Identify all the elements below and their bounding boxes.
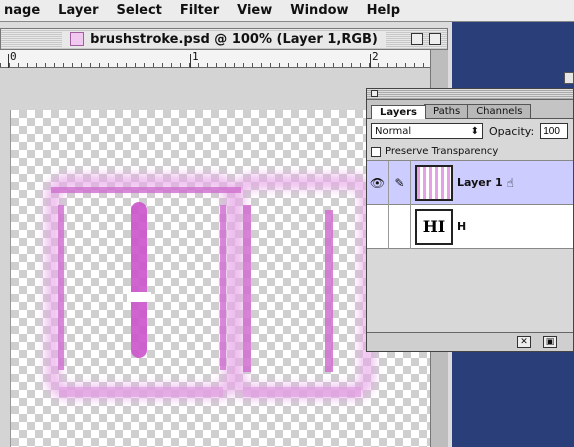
palette-empty-area — [367, 249, 573, 327]
new-layer-icon[interactable]: ✕ — [517, 336, 531, 348]
menu-layer[interactable]: Layer — [58, 3, 98, 18]
letter-i-gap — [127, 292, 151, 302]
document-title-wrap: brushstroke.psd @ 100% (Layer 1,RGB) — [62, 31, 386, 47]
collapse-box-icon[interactable] — [429, 33, 441, 45]
horizontal-ruler: 0 1 2 — [0, 50, 430, 68]
blend-mode-select[interactable]: Normal ⬍ — [371, 123, 483, 139]
desktop-widget[interactable] — [564, 72, 574, 84]
preserve-transparency-checkbox[interactable] — [371, 146, 381, 157]
palette-footer: ✕ ▣ — [367, 332, 573, 351]
dropdown-arrows-icon: ⬍ — [470, 125, 479, 137]
preserve-transparency-row: Preserve Transparency — [367, 143, 573, 161]
palette-title-bar[interactable] — [367, 89, 573, 100]
ruler-label-1: 1 — [192, 50, 199, 63]
layer-row-h[interactable]: HI H — [367, 204, 573, 249]
letter-i-second — [243, 205, 333, 372]
visibility-empty-slot[interactable] — [367, 204, 389, 249]
opacity-label: Opacity: — [489, 124, 535, 138]
layer-name: Layer 1 — [457, 176, 503, 189]
tab-layers[interactable]: Layers — [371, 105, 426, 119]
document-title: brushstroke.psd @ 100% (Layer 1,RGB) — [90, 31, 378, 47]
document-icon — [70, 32, 85, 46]
palette-tabs: Layers Paths Channels — [367, 100, 573, 119]
menu-filter[interactable]: Filter — [180, 3, 219, 18]
menu-view[interactable]: View — [237, 3, 272, 18]
ruler-major-tick — [190, 54, 191, 68]
menu-help[interactable]: Help — [367, 3, 400, 18]
zoom-box-icon[interactable] — [411, 33, 423, 45]
tab-paths[interactable]: Paths — [424, 104, 470, 118]
ruler-label-2: 2 — [372, 50, 379, 63]
glow-outline — [46, 175, 374, 399]
opacity-input[interactable] — [540, 123, 569, 139]
layer-row-layer-1[interactable]: 👁 ✎ Layer 1 ☝ — [367, 160, 573, 205]
ruler-major-tick — [370, 54, 371, 68]
palette-close-icon[interactable] — [371, 90, 378, 97]
blend-mode-value: Normal — [375, 125, 412, 137]
brush-icon[interactable]: ✎ — [389, 160, 411, 205]
cursor-hand-icon: ☝ — [506, 175, 514, 190]
menu-window[interactable]: Window — [290, 3, 348, 18]
menu-select[interactable]: Select — [117, 3, 162, 18]
document-title-bar[interactable]: brushstroke.psd @ 100% (Layer 1,RGB) — [0, 28, 448, 50]
layer-thumbnail — [415, 164, 453, 201]
brush-empty-slot[interactable] — [389, 204, 411, 249]
eye-icon[interactable]: 👁 — [367, 160, 389, 205]
menu-bar: nage Layer Select Filter View Window Hel… — [0, 0, 574, 22]
blend-opacity-row: Normal ⬍ Opacity: — [367, 119, 573, 143]
ruler-label-0: 0 — [10, 50, 17, 63]
tab-channels[interactable]: Channels — [467, 104, 532, 118]
layers-palette: Layers Paths Channels Normal ⬍ Opacity: … — [366, 88, 574, 352]
ruler-major-tick — [8, 54, 9, 68]
layer-thumbnail: HI — [415, 208, 453, 245]
preserve-transparency-label: Preserve Transparency — [385, 146, 499, 157]
layer-name: H — [457, 220, 467, 233]
menu-image[interactable]: nage — [4, 3, 40, 18]
delete-layer-icon[interactable]: ▣ — [543, 336, 557, 348]
